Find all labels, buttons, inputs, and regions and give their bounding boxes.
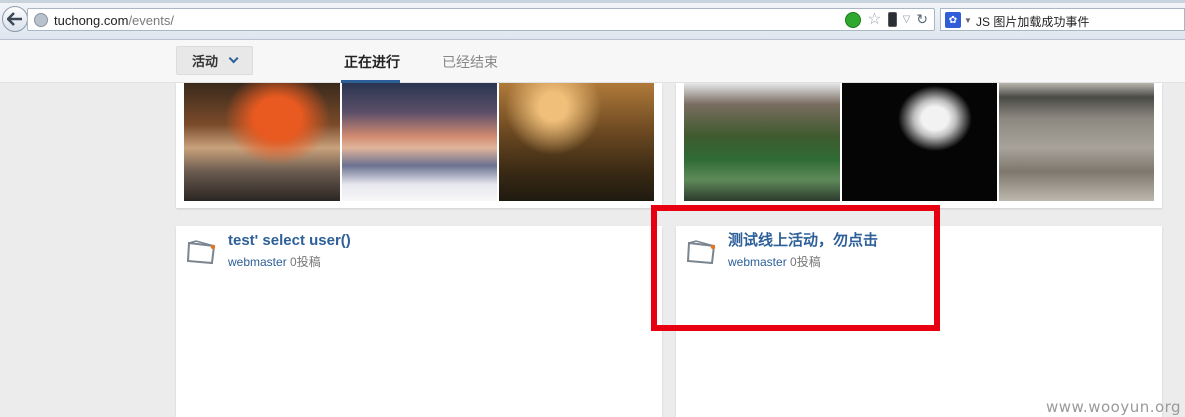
- url-text[interactable]: tuchong.com/events/: [54, 13, 174, 28]
- address-bar[interactable]: tuchong.com/events/ ☆ ▽ ↻: [27, 8, 935, 31]
- green-go-icon[interactable]: [845, 11, 862, 28]
- back-arrow-icon: [7, 12, 22, 26]
- bookmark-star-icon[interactable]: ☆: [867, 11, 881, 28]
- highlight-annotation-box: [651, 205, 940, 331]
- search-input[interactable]: JS 图片加载成功事件: [976, 13, 1089, 30]
- url-dropdown-icon[interactable]: ▽: [903, 14, 911, 25]
- event-author-link[interactable]: webmaster: [228, 255, 287, 269]
- event-photo[interactable]: [684, 83, 840, 201]
- search-engine-dropdown-icon[interactable]: ▼: [964, 16, 972, 25]
- event-frame-icon: [186, 240, 216, 265]
- event-submission-count: 0投稿: [290, 255, 321, 269]
- activity-dropdown[interactable]: 活动: [176, 46, 253, 75]
- event-photo[interactable]: [342, 83, 497, 201]
- back-button[interactable]: [2, 6, 28, 32]
- event-photo[interactable]: [184, 83, 340, 201]
- tab-ongoing[interactable]: 正在进行: [344, 52, 400, 72]
- event-photo[interactable]: [499, 83, 654, 201]
- watermark: www.wooyun.org: [1046, 398, 1182, 416]
- chevron-down-icon: [228, 53, 239, 64]
- site-nav: 活动 正在进行 已经结束: [0, 40, 1185, 83]
- search-engine-paw-icon[interactable]: ✿: [945, 12, 961, 28]
- phone-icon[interactable]: [887, 12, 897, 27]
- event-card[interactable]: test' select user() webmaster 0投稿: [176, 226, 662, 417]
- tab-ended[interactable]: 已经结束: [442, 52, 498, 72]
- browser-toolbar: tuchong.com/events/ ☆ ▽ ↻ ✿ ▼ JS 图片加载成功事…: [0, 0, 1185, 40]
- tab-strip: [0, 0, 1185, 3]
- activity-dropdown-label: 活动: [192, 54, 219, 69]
- site-identity-icon[interactable]: [34, 13, 48, 27]
- event-photo[interactable]: [842, 83, 997, 201]
- event-photo[interactable]: [999, 83, 1154, 201]
- search-bar[interactable]: ✿ ▼ JS 图片加载成功事件: [940, 8, 1185, 31]
- reload-icon[interactable]: ↻: [916, 11, 928, 28]
- event-title[interactable]: test' select user(): [228, 232, 351, 250]
